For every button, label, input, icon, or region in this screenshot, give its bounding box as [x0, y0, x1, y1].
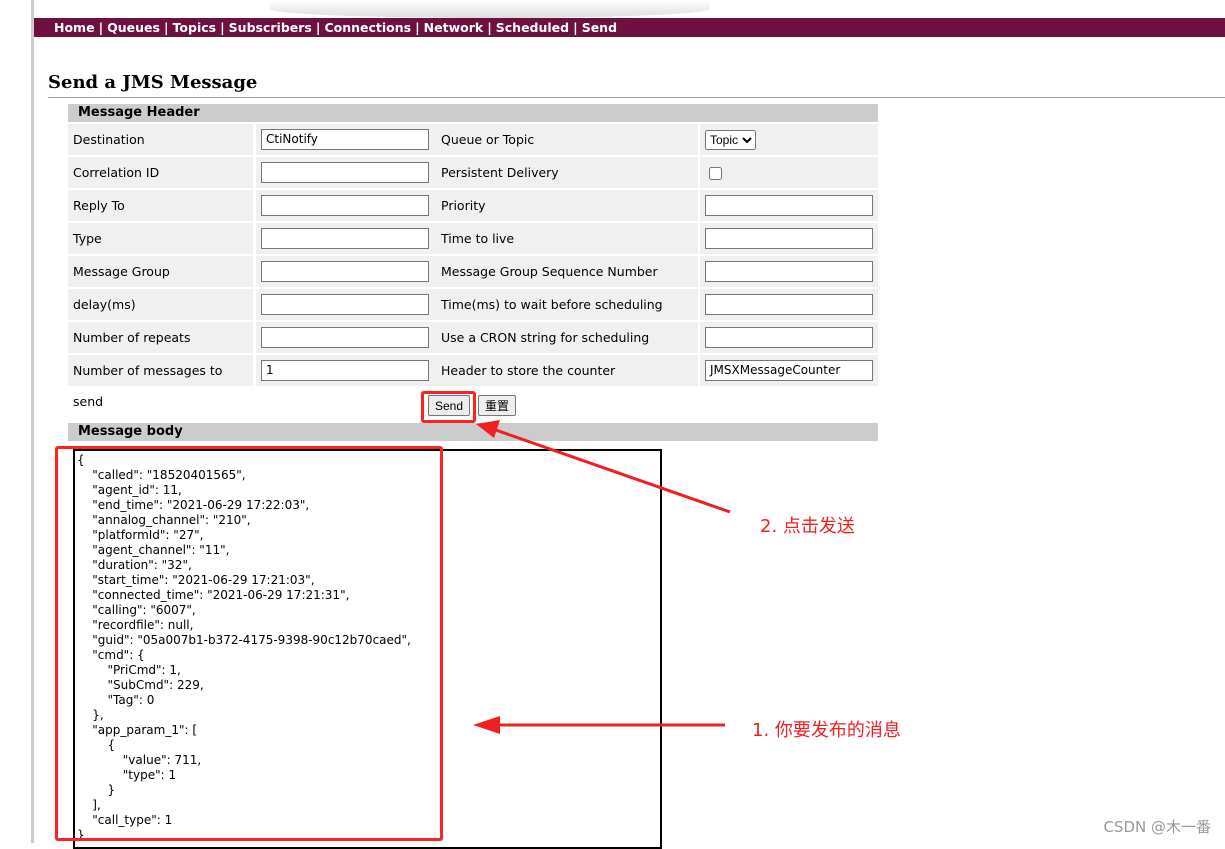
arrowhead-send — [476, 420, 500, 438]
arrow-to-send — [489, 426, 731, 514]
annotation-message: 1. 你要发布的消息 — [752, 720, 901, 741]
arrowhead-body — [473, 716, 500, 734]
annotation-send: 2. 点击发送 — [760, 516, 855, 537]
watermark: CSDN @木一番 — [1103, 818, 1211, 836]
annotation-arrows — [473, 420, 731, 734]
